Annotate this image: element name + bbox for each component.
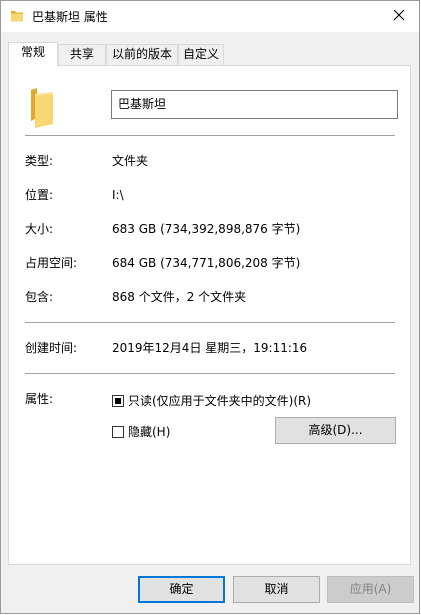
close-icon — [393, 9, 405, 24]
window-title: 巴基斯坦 属性 — [32, 10, 108, 24]
readonly-checkbox[interactable] — [112, 395, 124, 407]
type-value: 文件夹 — [112, 154, 149, 168]
hidden-label[interactable]: 隐藏(H) — [128, 424, 170, 440]
cancel-button[interactable]: 取消 — [233, 576, 320, 603]
size-on-disk-value: 684 GB (734,771,806,208 字节) — [112, 256, 301, 270]
size-value: 683 GB (734,392,898,876 字节) — [112, 222, 301, 236]
close-button[interactable] — [382, 1, 415, 32]
created-value: 2019年12月4日 星期三，19:11:16 — [112, 341, 308, 355]
advanced-button[interactable]: 高级(D)... — [275, 417, 396, 444]
size-on-disk-label: 占用空间: — [25, 256, 78, 270]
tab-sharing[interactable]: 共享 — [58, 44, 106, 65]
contains-value: 868 个文件，2 个文件夹 — [112, 290, 247, 304]
separator — [25, 135, 395, 136]
folder-icon — [10, 9, 24, 26]
general-panel: 巴基斯坦 类型: 文件夹 位置: I:\ 大小: 683 GB (734,392… — [8, 65, 411, 565]
folder-name-input[interactable]: 巴基斯坦 — [111, 90, 398, 119]
contains-label: 包含: — [25, 290, 54, 304]
hidden-checkbox[interactable] — [112, 426, 124, 438]
separator — [25, 373, 395, 374]
type-label: 类型: — [25, 154, 54, 168]
tab-previous-versions[interactable]: 以前的版本 — [106, 44, 178, 65]
location-value: I:\ — [112, 188, 124, 202]
folder-icon — [31, 88, 53, 131]
title-bar[interactable]: 巴基斯坦 属性 — [1, 1, 419, 32]
apply-button[interactable]: 应用(A) — [327, 576, 414, 603]
location-label: 位置: — [25, 188, 54, 202]
tab-customize[interactable]: 自定义 — [178, 44, 224, 65]
attributes-label: 属性: — [25, 392, 54, 406]
separator — [25, 322, 395, 323]
created-label: 创建时间: — [25, 341, 78, 355]
readonly-label[interactable]: 只读(仅应用于文件夹中的文件)(R) — [128, 393, 311, 409]
size-label: 大小: — [25, 222, 54, 236]
ok-button[interactable]: 确定 — [138, 576, 225, 603]
tab-general[interactable]: 常规 — [8, 42, 58, 67]
properties-dialog: 巴基斯坦 属性 常规 共享 以前的版本 自定义 巴基斯坦 类型: 文件夹 位置: — [0, 0, 420, 614]
